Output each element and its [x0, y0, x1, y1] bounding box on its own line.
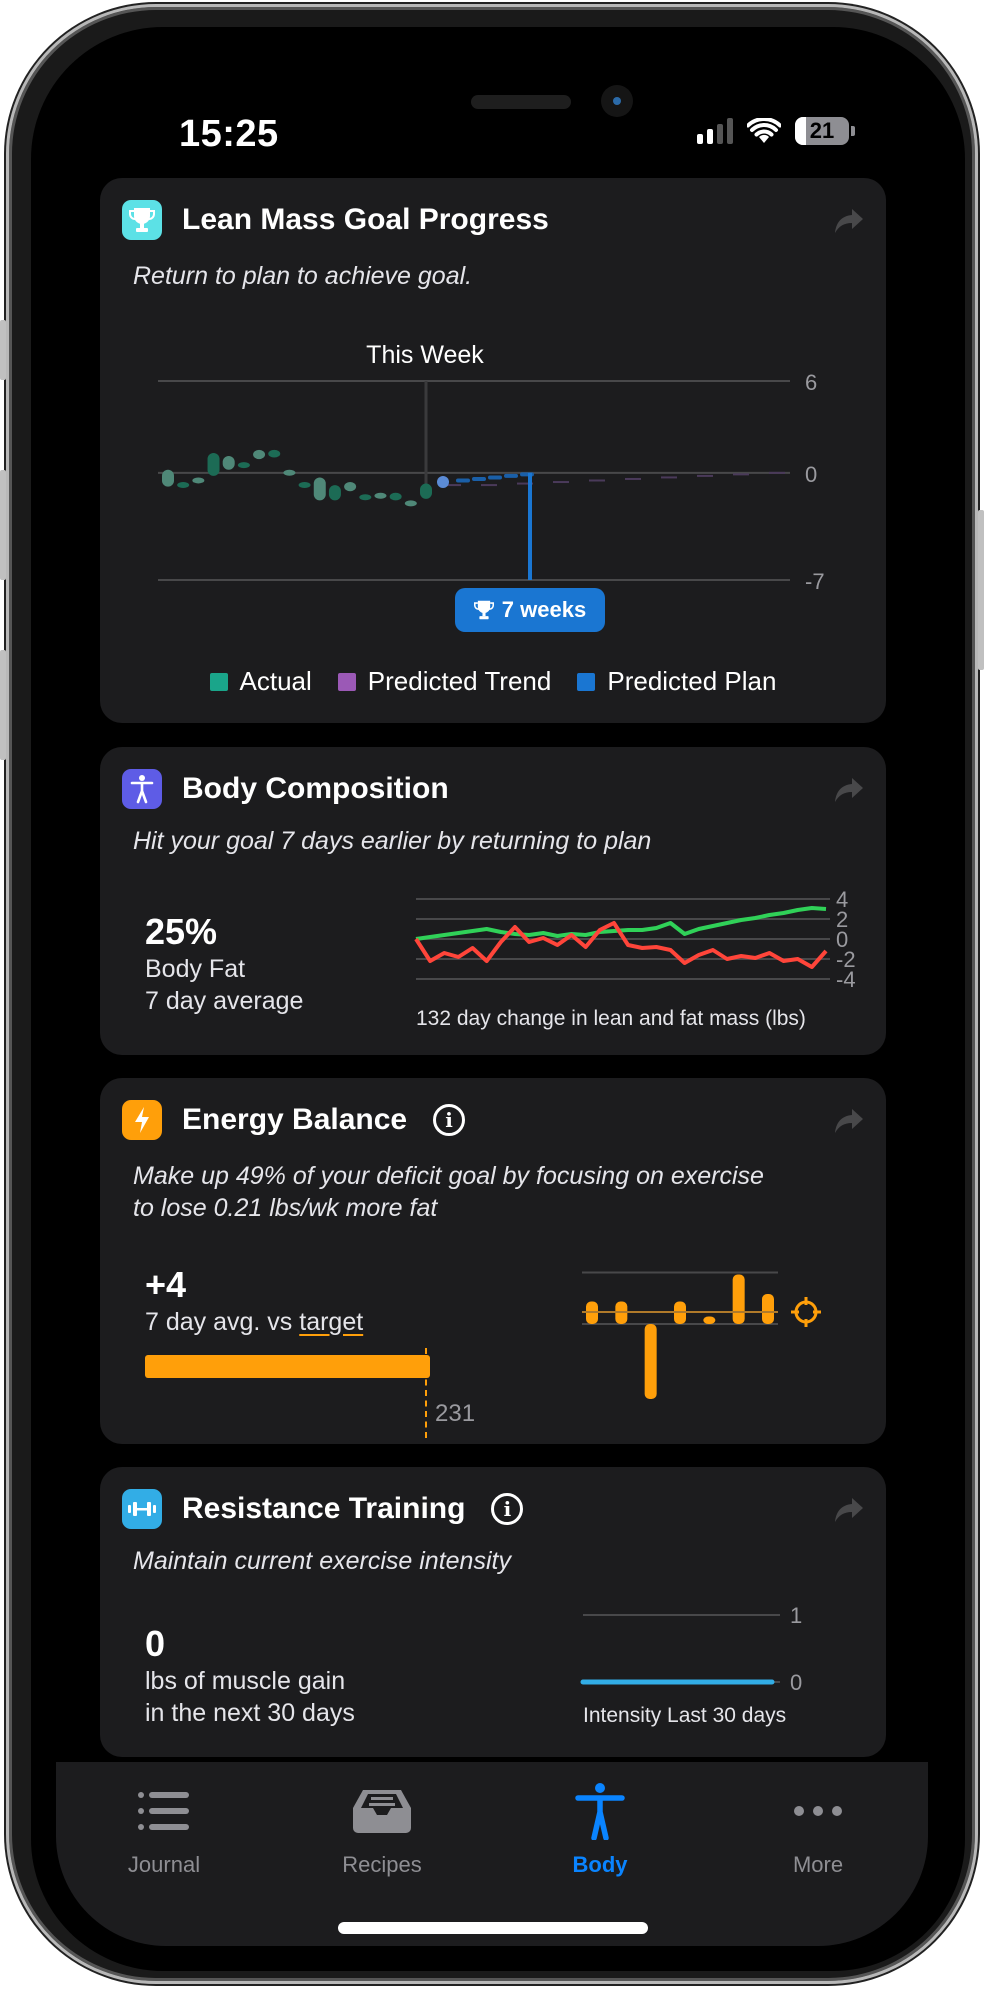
actual-bar: [237, 462, 250, 469]
actual-bar: [404, 500, 417, 507]
body-composition-card[interactable]: Body Composition Hit your goal 7 days ea…: [100, 747, 886, 1055]
cellular-signal-icon: [697, 118, 733, 144]
chart-caption: 132 day change in lean and fat mass (lbs…: [416, 1007, 806, 1030]
actual-bar: [389, 492, 402, 501]
y-tick-label: 0: [805, 462, 817, 487]
status-icons: 21: [697, 117, 855, 145]
actual-bar: [283, 469, 296, 476]
legend-item-predicted-plan: Predicted Plan: [577, 666, 776, 697]
legend-label: Predicted Trend: [367, 666, 552, 696]
status-time: 15:25: [179, 113, 279, 155]
home-indicator[interactable]: [338, 1922, 648, 1934]
y-tick-label: -4: [836, 967, 856, 992]
marker-label: This Week: [366, 341, 484, 369]
volume-up-button: [0, 470, 6, 580]
energy-bar: [732, 1274, 745, 1324]
resistance-training-card[interactable]: Resistance Training i Maintain current e…: [100, 1467, 886, 1757]
tab-journal[interactable]: Journal: [56, 1762, 272, 1892]
chart-legend: Actual Predicted Trend Predicted Plan: [100, 666, 886, 697]
predicted-plan-point: [437, 476, 449, 489]
action-button: [0, 320, 6, 380]
actual-bar: [162, 469, 174, 487]
legend-item-predicted-trend: Predicted Trend: [337, 666, 552, 697]
y-tick-label: 0: [790, 1670, 802, 1695]
wifi-icon: [747, 118, 781, 143]
legend-item-actual: Actual: [209, 666, 312, 697]
actual-bar: [359, 494, 372, 501]
energy-bar: [762, 1294, 774, 1324]
tray-icon: [351, 1782, 413, 1840]
tab-more[interactable]: More: [710, 1762, 926, 1892]
ellipsis-icon: [793, 1782, 843, 1840]
actual-bar: [207, 452, 220, 476]
legend-label: Predicted Plan: [607, 666, 777, 696]
actual-bar: [253, 449, 266, 460]
battery-level: 21: [809, 118, 835, 143]
chart-caption: Intensity Last 30 days: [583, 1704, 787, 1727]
actual-bar: [298, 482, 311, 489]
weeks-to-goal-badge[interactable]: 7 weeks: [455, 588, 605, 632]
trophy-icon: [473, 600, 494, 620]
actual-bar: [192, 477, 205, 484]
y-tick-label: -7: [805, 569, 825, 594]
tab-label: More: [792, 1852, 844, 1877]
figure-icon: [575, 1782, 625, 1840]
actual-bar: [420, 483, 432, 499]
y-tick-label: 1: [790, 1603, 802, 1628]
target-crosshair-icon[interactable]: [790, 1296, 822, 1328]
side-button: [978, 510, 984, 670]
actual-bar: [374, 492, 387, 499]
energy-balance-chart: [582, 1271, 778, 1399]
energy-bar: [703, 1316, 716, 1324]
actual-bar: [222, 456, 235, 470]
tab-bar: Journal Recipes Body More: [56, 1762, 928, 1946]
tab-label: Journal: [127, 1852, 201, 1877]
tab-body[interactable]: Body: [492, 1762, 708, 1892]
tab-label: Body: [572, 1852, 628, 1877]
actual-bar: [268, 449, 281, 458]
volume-down-button: [0, 650, 6, 760]
battery-icon: 21: [795, 117, 849, 145]
energy-bar: [644, 1324, 657, 1399]
lean-mass-card[interactable]: Lean Mass Goal Progress Return to plan t…: [100, 178, 886, 723]
badge-label: 7 weeks: [501, 597, 587, 622]
lean-mass-chart: This Week 6 0 -7: [158, 341, 825, 594]
tab-recipes[interactable]: Recipes: [274, 1762, 490, 1892]
legend-label: Actual: [239, 666, 312, 696]
actual-bar: [344, 482, 357, 492]
tab-label: Recipes: [342, 1852, 422, 1877]
front-camera: [601, 85, 633, 117]
actual-bar: [177, 482, 190, 489]
actual-bar: [328, 485, 341, 501]
energy-balance-card[interactable]: Energy Balance i Make up 49% of your def…: [100, 1078, 886, 1444]
actual-bar: [313, 477, 326, 501]
speaker-grille: [471, 95, 571, 109]
list-icon: [137, 1782, 191, 1840]
y-tick-label: 6: [805, 370, 817, 395]
